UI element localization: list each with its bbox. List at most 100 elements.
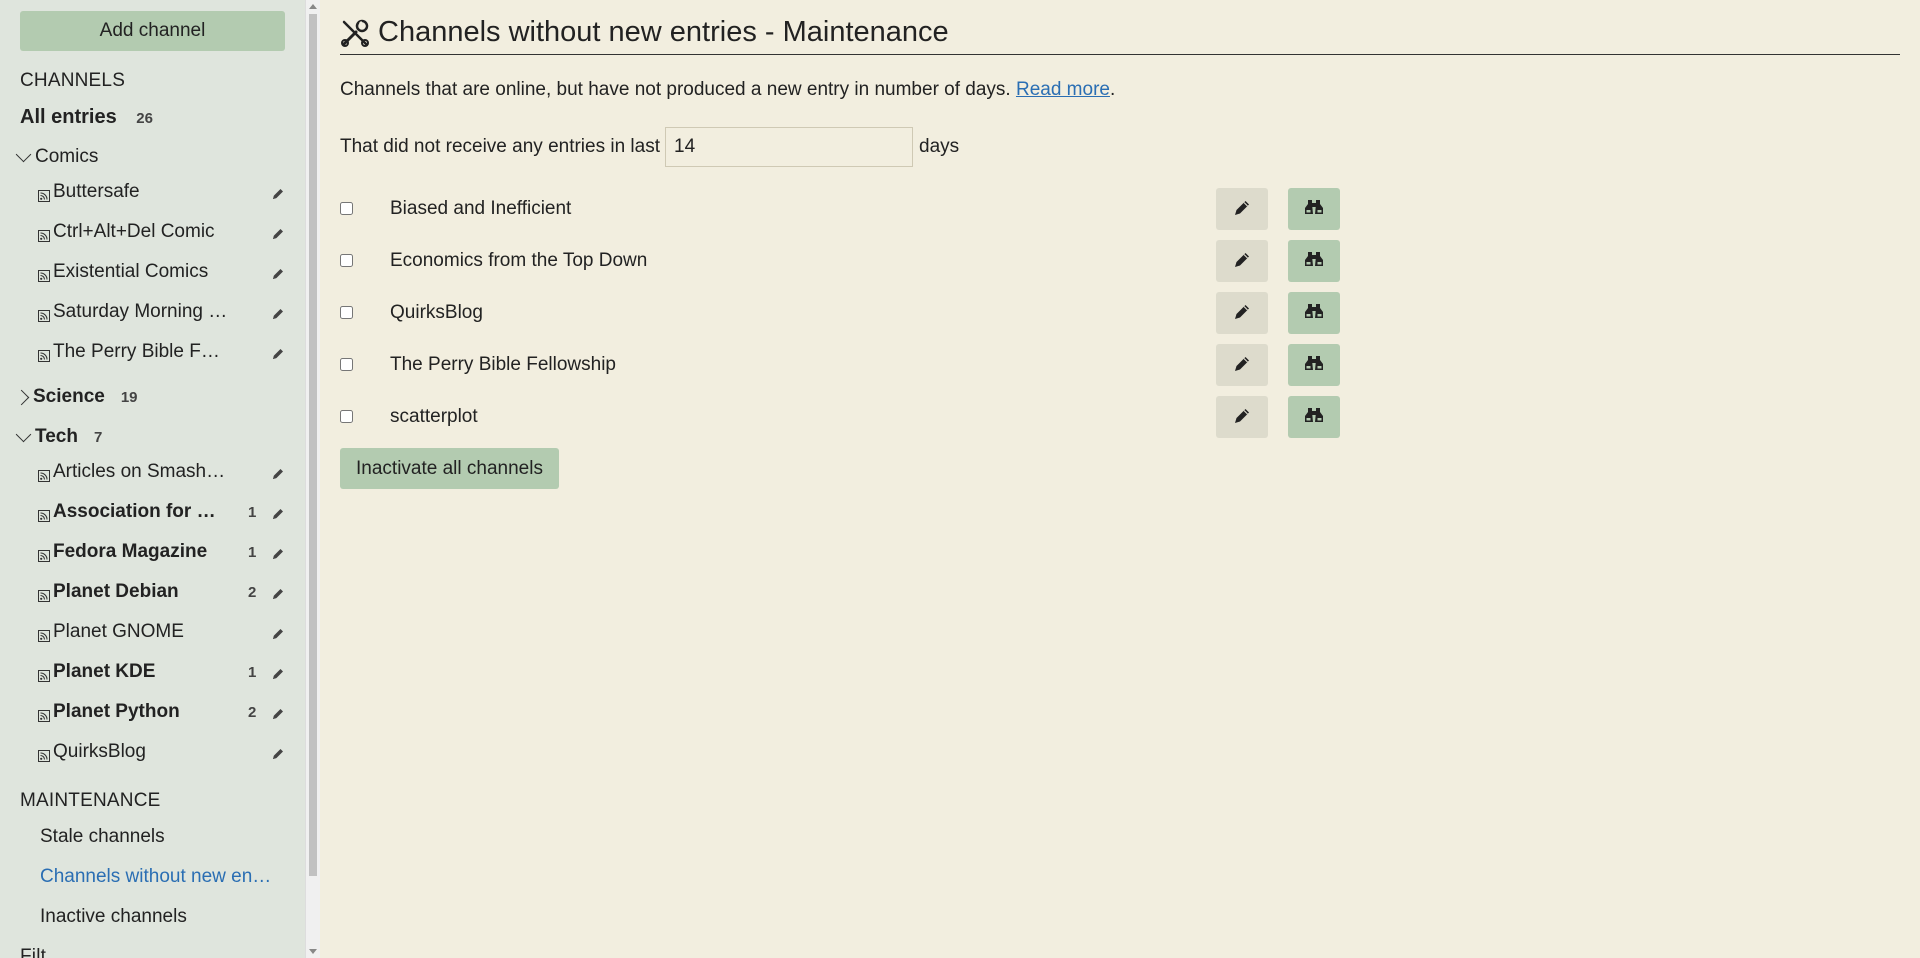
- edit-feed-pencil-icon[interactable]: [271, 505, 285, 519]
- rss-feed-icon: [38, 466, 50, 482]
- days-input[interactable]: [665, 127, 914, 167]
- channel-checkbox[interactable]: [340, 202, 353, 215]
- read-more-link[interactable]: Read more: [1016, 79, 1110, 100]
- edit-channel-button[interactable]: [1216, 292, 1268, 334]
- edit-feed-pencil-icon[interactable]: [271, 265, 285, 279]
- folder-science[interactable]: Science 19: [13, 386, 138, 408]
- add-channel-button[interactable]: Add channel: [20, 11, 285, 51]
- feed-label: Articles on Smash…: [53, 461, 226, 482]
- sidebar-feed-item[interactable]: Planet Debian 2: [38, 575, 290, 609]
- scroll-up-arrow-icon[interactable]: [309, 4, 317, 9]
- view-channel-button[interactable]: [1288, 396, 1340, 438]
- binoculars-icon: [1303, 302, 1325, 325]
- view-channel-button[interactable]: [1288, 240, 1340, 282]
- channel-checkbox[interactable]: [340, 410, 353, 423]
- description-period: .: [1109, 79, 1116, 100]
- edit-feed-pencil-icon[interactable]: [271, 665, 285, 679]
- folder-label: Tech: [35, 426, 78, 447]
- sidebar-feed-item[interactable]: Fedora Magazine 1: [38, 535, 290, 569]
- description-text: Channels that are online, but have not p…: [340, 79, 1016, 100]
- edit-feed-pencil-icon[interactable]: [271, 185, 285, 199]
- sidebar-feed-item[interactable]: Articles on Smash…: [38, 455, 290, 489]
- all-entries-label: All entries: [20, 106, 117, 128]
- sidebar-feed-item[interactable]: Buttersafe: [38, 175, 290, 209]
- sidebar-scrollbar[interactable]: [305, 0, 320, 958]
- maintenance-stale-channels[interactable]: Stale channels: [40, 826, 285, 848]
- sidebar-feed-item[interactable]: The Perry Bible F…: [38, 335, 290, 369]
- rss-feed-icon: [38, 306, 50, 322]
- scrollbar-thumb[interactable]: [309, 14, 317, 876]
- feed-label: Buttersafe: [53, 181, 140, 202]
- binoculars-icon: [1303, 250, 1325, 273]
- edit-feed-pencil-icon[interactable]: [271, 225, 285, 239]
- edit-channel-button[interactable]: [1216, 396, 1268, 438]
- rss-feed-icon: [38, 346, 50, 362]
- sidebar-feed-item[interactable]: Saturday Morning …: [38, 295, 290, 329]
- rss-feed-icon: [38, 746, 50, 762]
- pencil-icon: [1232, 354, 1252, 377]
- edit-feed-pencil-icon[interactable]: [271, 705, 285, 719]
- view-channel-button[interactable]: [1288, 344, 1340, 386]
- feed-unread-count: 1: [248, 503, 257, 521]
- channel-row: Economics from the Top Down: [340, 240, 1340, 282]
- page-title-text: Channels without new entries - Maintenan…: [378, 16, 949, 48]
- page-title: Channels without new entries - Maintenan…: [340, 14, 1900, 55]
- sidebar-feed-item[interactable]: Planet Python 2: [38, 695, 290, 729]
- maintenance-inactive-channels[interactable]: Inactive channels: [40, 906, 285, 928]
- edit-channel-button[interactable]: [1216, 344, 1268, 386]
- folder-tech[interactable]: Tech 7: [15, 426, 102, 448]
- maintenance-heading: MAINTENANCE: [20, 790, 161, 811]
- chevron-right-icon[interactable]: [13, 389, 30, 405]
- feed-label: Planet KDE: [53, 661, 156, 682]
- channel-checkbox[interactable]: [340, 306, 353, 319]
- sidebar-feed-item[interactable]: Planet GNOME: [38, 615, 290, 649]
- edit-feed-pencil-icon[interactable]: [271, 545, 285, 559]
- maintenance-channels-without-new-entries[interactable]: Channels without new en…: [40, 866, 285, 888]
- sidebar-feed-item[interactable]: Association for … 1: [38, 495, 290, 529]
- sidebar-feed-item[interactable]: Existential Comics: [38, 255, 290, 289]
- rss-feed-icon: [38, 706, 50, 722]
- rss-feed-icon: [38, 266, 50, 282]
- view-channel-button[interactable]: [1288, 188, 1340, 230]
- edit-feed-pencil-icon[interactable]: [271, 345, 285, 359]
- days-suffix-label: days: [919, 136, 960, 157]
- sidebar-feed-item[interactable]: QuirksBlog: [38, 735, 290, 769]
- channel-row: The Perry Bible Fellowship: [340, 344, 1340, 386]
- all-entries-link[interactable]: All entries 26: [20, 106, 153, 129]
- sidebar-feed-item[interactable]: Planet KDE 1: [38, 655, 290, 689]
- channel-name: scatterplot: [390, 406, 478, 427]
- edit-feed-pencil-icon[interactable]: [271, 465, 285, 479]
- channel-name: Biased and Inefficient: [390, 198, 572, 219]
- edit-channel-button[interactable]: [1216, 240, 1268, 282]
- channel-checkbox[interactable]: [340, 358, 353, 371]
- rss-feed-icon: [38, 666, 50, 682]
- scroll-down-arrow-icon[interactable]: [309, 949, 317, 954]
- rss-feed-icon: [38, 586, 50, 602]
- folder-comics[interactable]: Comics: [15, 146, 98, 168]
- edit-channel-button[interactable]: [1216, 188, 1268, 230]
- days-prefix-label: That did not receive any entries in last: [340, 136, 661, 157]
- channel-checkbox[interactable]: [340, 254, 353, 267]
- sidebar-feed-item[interactable]: Ctrl+Alt+Del Comic: [38, 215, 290, 249]
- rss-feed-icon: [38, 626, 50, 642]
- chevron-down-icon[interactable]: [15, 426, 32, 442]
- chevron-down-icon[interactable]: [15, 146, 32, 162]
- view-channel-button[interactable]: [1288, 292, 1340, 334]
- inactivate-all-button[interactable]: Inactivate all channels: [340, 448, 559, 489]
- rss-feed-icon: [38, 226, 50, 242]
- feed-label: Planet GNOME: [53, 621, 184, 642]
- edit-feed-pencil-icon[interactable]: [271, 625, 285, 639]
- description: Channels that are online, but have not p…: [340, 79, 1115, 101]
- channels-heading: CHANNELS: [20, 70, 126, 91]
- feed-label: QuirksBlog: [53, 741, 146, 762]
- folder-label: Science: [33, 386, 105, 407]
- filters-heading: Filt: [20, 946, 47, 958]
- feed-label: Saturday Morning …: [53, 301, 228, 322]
- binoculars-icon: [1303, 406, 1325, 429]
- channel-row: QuirksBlog: [340, 292, 1340, 334]
- edit-feed-pencil-icon[interactable]: [271, 585, 285, 599]
- rss-feed-icon: [38, 546, 50, 562]
- edit-feed-pencil-icon[interactable]: [271, 745, 285, 759]
- edit-feed-pencil-icon[interactable]: [271, 305, 285, 319]
- binoculars-icon: [1303, 354, 1325, 377]
